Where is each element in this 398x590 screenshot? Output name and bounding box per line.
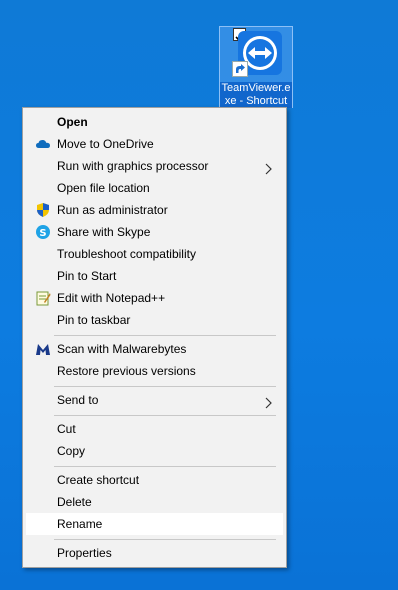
menu-item-properties[interactable]: Properties	[26, 542, 283, 564]
menu-item-edit-with-notepadpp[interactable]: Edit with Notepad++	[26, 287, 283, 309]
menu-item-pin-to-taskbar[interactable]: Pin to taskbar	[26, 309, 283, 331]
chevron-right-icon	[263, 160, 273, 175]
svg-text:S: S	[39, 228, 46, 239]
menu-item-create-shortcut[interactable]: Create shortcut	[26, 469, 283, 491]
menu-item-label: Run with graphics processor	[57, 159, 209, 173]
menu-item-pin-to-start[interactable]: Pin to Start	[26, 265, 283, 287]
menu-item-label: Send to	[57, 393, 99, 407]
menu-item-label: Pin to taskbar	[57, 313, 131, 327]
menu-item-label: Edit with Notepad++	[57, 291, 166, 305]
menu-item-troubleshoot-compatibility[interactable]: Troubleshoot compatibility	[26, 243, 283, 265]
menu-separator	[54, 386, 276, 387]
menu-item-label: Open	[57, 115, 88, 129]
shortcut-label-line1: TeamViewer.e	[221, 82, 291, 94]
skype-icon: S	[35, 224, 51, 240]
menu-item-label: Create shortcut	[57, 473, 140, 487]
menu-item-label: Cut	[57, 422, 76, 436]
menu-item-label: Copy	[57, 444, 86, 458]
menu-item-send-to[interactable]: Send to	[26, 389, 283, 411]
menu-item-label: Open file location	[57, 181, 150, 195]
menu-item-share-with-skype[interactable]: S Share with Skype	[26, 221, 283, 243]
context-menu: Open Move to OneDrive Run with graphics …	[22, 107, 287, 568]
menu-item-label: Scan with Malwarebytes	[57, 342, 187, 356]
notepadpp-icon	[35, 290, 51, 306]
menu-item-copy[interactable]: Copy	[26, 440, 283, 462]
menu-item-scan-with-malwarebytes[interactable]: Scan with Malwarebytes	[26, 338, 283, 360]
menu-separator	[54, 466, 276, 467]
uac-shield-icon	[35, 202, 51, 218]
menu-separator	[54, 539, 276, 540]
menu-item-label: Properties	[57, 546, 112, 560]
menu-item-open[interactable]: Open	[26, 111, 283, 133]
menu-item-label: Troubleshoot compatibility	[57, 247, 196, 261]
menu-item-restore-previous-versions[interactable]: Restore previous versions	[26, 360, 283, 382]
menu-item-run-as-administrator[interactable]: Run as administrator	[26, 199, 283, 221]
menu-separator	[54, 335, 276, 336]
menu-item-move-to-onedrive[interactable]: Move to OneDrive	[26, 133, 283, 155]
malwarebytes-icon	[35, 341, 51, 357]
menu-item-label: Share with Skype	[57, 225, 151, 239]
menu-item-label: Rename	[57, 517, 103, 531]
shortcut-arrow-icon	[232, 61, 248, 77]
menu-item-open-file-location[interactable]: Open file location	[26, 177, 283, 199]
menu-item-rename[interactable]: Rename	[26, 513, 283, 535]
menu-separator	[54, 415, 276, 416]
onedrive-cloud-icon	[35, 136, 51, 152]
menu-item-run-with-graphics-processor[interactable]: Run with graphics processor	[26, 155, 283, 177]
menu-item-label: Restore previous versions	[57, 364, 196, 378]
chevron-right-icon	[263, 394, 273, 409]
menu-item-label: Move to OneDrive	[57, 137, 154, 151]
menu-item-label: Pin to Start	[57, 269, 117, 283]
menu-item-cut[interactable]: Cut	[26, 418, 283, 440]
menu-item-label: Delete	[57, 495, 92, 509]
menu-item-delete[interactable]: Delete	[26, 491, 283, 513]
menu-item-label: Run as administrator	[57, 203, 168, 217]
desktop-shortcut-teamviewer[interactable]: TeamViewer.e xe - Shortcut	[219, 26, 293, 108]
shortcut-label: TeamViewer.e xe - Shortcut	[220, 82, 292, 108]
